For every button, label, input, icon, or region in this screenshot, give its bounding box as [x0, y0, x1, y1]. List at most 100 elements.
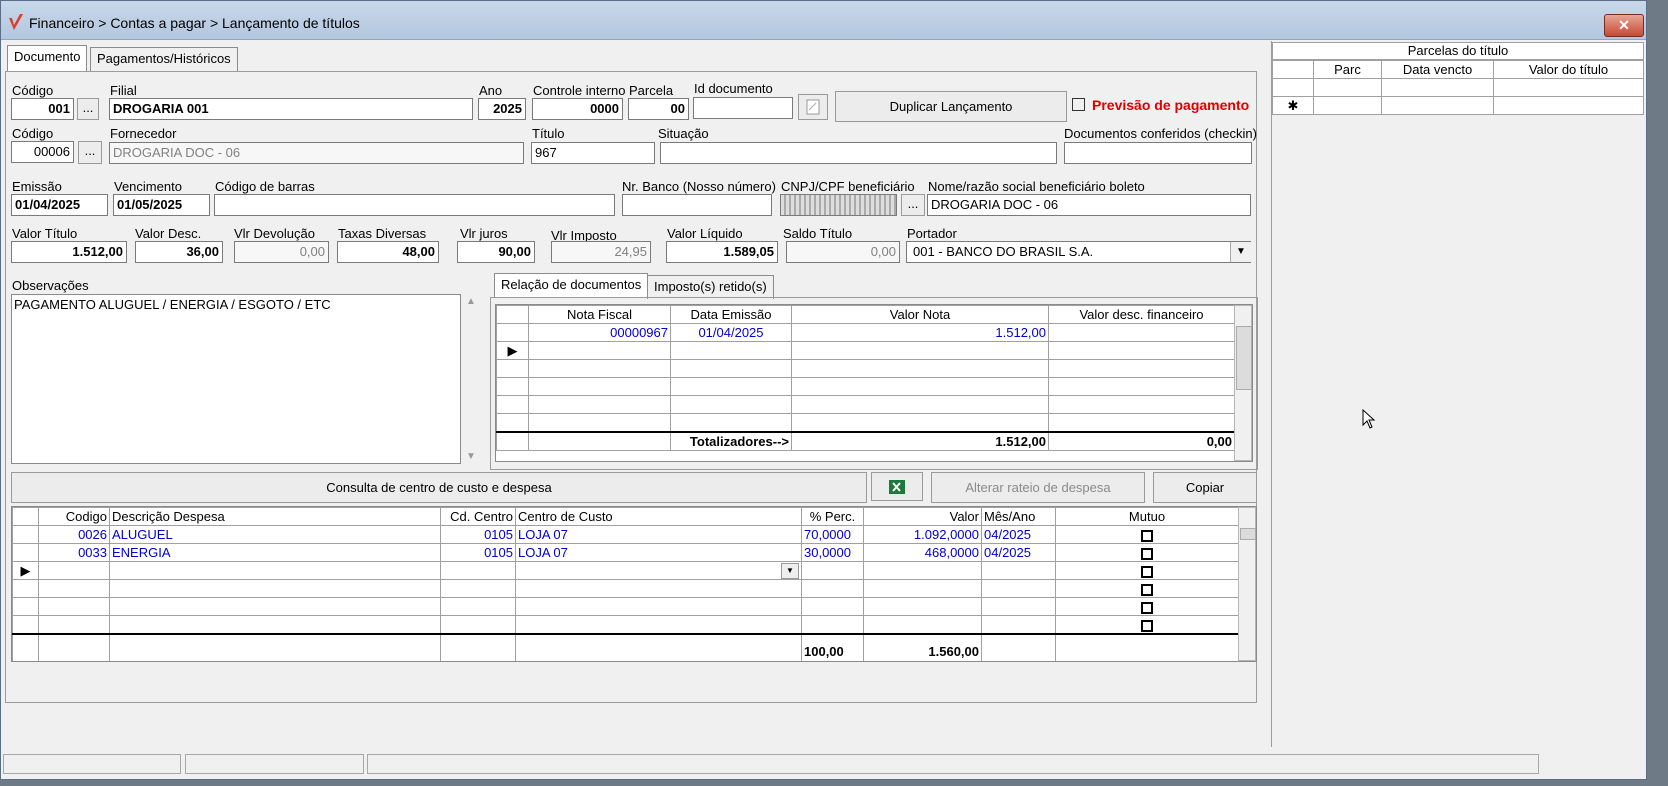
data-emissao-cell[interactable]: 01/04/2025: [670, 323, 792, 342]
parcela-field[interactable]: 00: [628, 98, 689, 120]
cost-header-centro-custo[interactable]: Centro de Custo: [515, 507, 802, 526]
vlr-imposto-field[interactable]: 24,95: [551, 241, 651, 263]
parcelas-header-data-vencto[interactable]: Data vencto: [1381, 60, 1494, 79]
valor-desc-field[interactable]: 36,00: [135, 241, 223, 263]
codigo-barras-field[interactable]: [214, 194, 615, 216]
copiar-button[interactable]: Copiar: [1153, 472, 1257, 503]
cost-header-mes-ano[interactable]: Mês/Ano: [981, 507, 1056, 526]
export-excel-button[interactable]: [871, 472, 923, 501]
scroll-down-icon[interactable]: ▼: [466, 451, 476, 462]
scroll-up-icon[interactable]: ▲: [466, 296, 476, 307]
saldo-titulo-field[interactable]: 0,00: [786, 241, 900, 263]
observacoes-scrollbar[interactable]: ▲ ▼: [463, 294, 479, 464]
centro-custo-cell[interactable]: LOJA 07: [515, 543, 802, 562]
table-row[interactable]: 0033 ENERGIA 0105 LOJA 07 30,0000 468,00…: [12, 543, 1239, 562]
codigo-lookup-button[interactable]: ...: [77, 98, 99, 120]
parcelas-new-row[interactable]: ✱: [1272, 96, 1645, 115]
valor-titulo-field[interactable]: 1.512,00: [11, 241, 127, 263]
ano-field[interactable]: 2025: [478, 98, 526, 120]
table-row[interactable]: 00000967 01/04/2025 1.512,00: [496, 323, 1235, 342]
cnpj-beneficiario-field[interactable]: [780, 194, 897, 216]
cost-header-descricao[interactable]: Descrição Despesa: [109, 507, 441, 526]
cost-scroll-thumb[interactable]: [1240, 528, 1256, 540]
docs-header-valor-nota[interactable]: Valor Nota: [791, 305, 1049, 324]
mes-ano-cell[interactable]: 04/2025: [981, 525, 1056, 544]
mutuo-checkbox[interactable]: [1141, 601, 1153, 614]
cost-header-perc[interactable]: % Perc.: [801, 507, 864, 526]
mutuo-checkbox[interactable]: [1141, 565, 1153, 578]
vlr-juros-field[interactable]: 90,00: [457, 241, 535, 263]
table-row[interactable]: [12, 597, 1239, 616]
taxas-diversas-field[interactable]: 48,00: [337, 241, 439, 263]
documentos-conferidos-field[interactable]: [1064, 142, 1252, 164]
table-row[interactable]: [496, 359, 1235, 378]
consulta-centro-custo-button[interactable]: Consulta de centro de custo e despesa: [11, 472, 867, 503]
controle-interno-field[interactable]: 0000: [532, 98, 623, 120]
codigo-cell[interactable]: 0026: [38, 525, 110, 544]
centro-custo-dropdown-icon[interactable]: ▼: [781, 563, 799, 579]
table-row[interactable]: ▶ ▼: [12, 561, 1239, 580]
emissao-field[interactable]: 01/04/2025: [11, 194, 108, 216]
descricao-cell[interactable]: ALUGUEL: [109, 525, 441, 544]
tab-documento[interactable]: Documento: [7, 45, 88, 71]
descricao-cell[interactable]: ENERGIA: [109, 543, 441, 562]
mutuo-checkbox[interactable]: [1141, 547, 1153, 560]
cost-grid-scrollbar[interactable]: [1238, 507, 1256, 661]
vencimento-field[interactable]: 01/05/2025: [113, 194, 210, 216]
perc-cell[interactable]: 70,0000: [801, 525, 864, 544]
table-row[interactable]: [1272, 78, 1645, 97]
alterar-rateio-button[interactable]: Alterar rateio de despesa: [931, 472, 1145, 503]
codigo-fornecedor-field[interactable]: 00006: [11, 141, 74, 163]
table-row[interactable]: [12, 615, 1239, 635]
id-documento-field[interactable]: [693, 97, 793, 119]
nota-fiscal-cell[interactable]: 00000967: [528, 323, 671, 342]
cnpj-lookup-button[interactable]: ...: [901, 194, 925, 216]
portador-select[interactable]: 001 - BANCO DO BRASIL S.A.: [906, 241, 1251, 263]
docs-scroll-thumb[interactable]: [1236, 326, 1252, 390]
valor-liquido-field[interactable]: 1.589,05: [666, 241, 778, 263]
duplicar-lancamento-button[interactable]: Duplicar Lançamento: [835, 91, 1067, 122]
cd-centro-cell[interactable]: 0105: [440, 525, 516, 544]
valor-nota-cell[interactable]: 1.512,00: [791, 323, 1049, 342]
docs-grid-scrollbar[interactable]: [1234, 305, 1252, 461]
mutuo-checkbox[interactable]: [1141, 583, 1153, 596]
valor-cell[interactable]: 468,0000: [863, 543, 982, 562]
cost-header-cd-centro[interactable]: Cd. Centro: [440, 507, 516, 526]
tab-pagamentos-historicos[interactable]: Pagamentos/Históricos: [90, 47, 238, 71]
nome-beneficiario-field[interactable]: DROGARIA DOC - 06: [927, 194, 1251, 216]
cost-header-codigo[interactable]: Codigo: [38, 507, 110, 526]
mutuo-checkbox[interactable]: [1141, 619, 1153, 632]
cost-header-mutuo[interactable]: Mutuo: [1055, 507, 1239, 526]
codigo-field[interactable]: 001: [11, 98, 74, 120]
table-row[interactable]: [12, 579, 1239, 598]
close-window-button[interactable]: ✕: [1604, 14, 1644, 37]
observacoes-textarea[interactable]: PAGAMENTO ALUGUEL / ENERGIA / ESGOTO / E…: [11, 294, 461, 464]
docs-header-data-emissao[interactable]: Data Emissão: [670, 305, 792, 324]
parcelas-header-valor-titulo[interactable]: Valor do título: [1492, 60, 1645, 79]
table-row[interactable]: [496, 395, 1235, 414]
table-row[interactable]: [496, 377, 1235, 396]
fornecedor-field[interactable]: DROGARIA DOC - 06: [109, 142, 524, 164]
nr-banco-field[interactable]: [622, 194, 772, 216]
mes-ano-cell[interactable]: 04/2025: [981, 543, 1056, 562]
portador-dropdown-arrow-icon[interactable]: ▼: [1230, 242, 1251, 262]
vlr-devolucao-field[interactable]: 0,00: [234, 241, 329, 263]
docs-header-valor-desc-financeiro[interactable]: Valor desc. financeiro: [1048, 305, 1235, 324]
situacao-field[interactable]: [660, 142, 1057, 164]
filial-field[interactable]: DROGARIA 001: [109, 98, 473, 120]
table-row[interactable]: ▶: [496, 341, 1235, 360]
parcelas-header-parc[interactable]: Parc: [1312, 60, 1383, 79]
mutuo-checkbox[interactable]: [1141, 529, 1153, 542]
tab-relacao-documentos[interactable]: Relação de documentos: [494, 273, 649, 298]
table-row[interactable]: 0026 ALUGUEL 0105 LOJA 07 70,0000 1.092,…: [12, 525, 1239, 544]
docs-header-nota-fiscal[interactable]: Nota Fiscal: [528, 305, 671, 324]
valor-cell[interactable]: 1.092,0000: [863, 525, 982, 544]
codigo-cell[interactable]: 0033: [38, 543, 110, 562]
cost-header-valor[interactable]: Valor: [863, 507, 982, 526]
centro-custo-cell[interactable]: LOJA 07: [515, 525, 802, 544]
cd-centro-cell[interactable]: 0105: [440, 543, 516, 562]
tab-impostos-retidos[interactable]: Imposto(s) retido(s): [647, 275, 774, 299]
fornecedor-lookup-button[interactable]: ...: [78, 141, 102, 164]
previsao-pagamento-checkbox[interactable]: [1072, 98, 1085, 111]
id-documento-picker-button[interactable]: [798, 94, 828, 120]
